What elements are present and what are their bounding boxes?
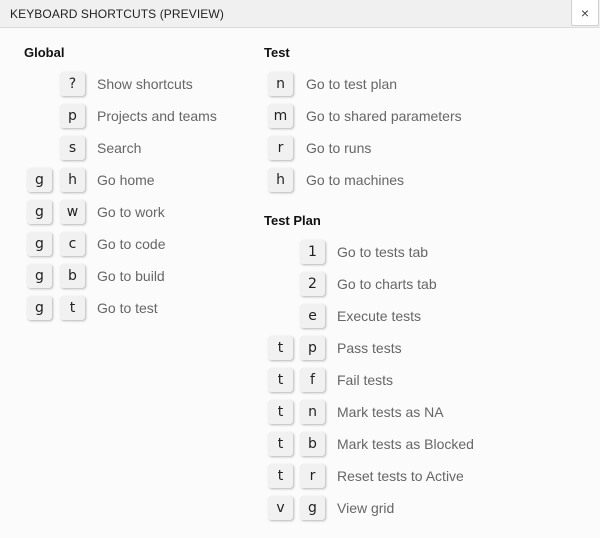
- key-cap: n: [300, 400, 325, 424]
- shortcut-row: e Execute tests: [0, 304, 600, 330]
- key-cap: t: [268, 464, 293, 488]
- shortcut-description: Go to tests tab: [337, 244, 429, 260]
- key-cap: t: [268, 368, 293, 392]
- key-cap: 1: [300, 240, 325, 264]
- key-cap: w: [60, 200, 85, 224]
- key-cap: e: [300, 304, 325, 328]
- shortcut-description: Go to machines: [306, 172, 405, 188]
- key-cap: v: [268, 496, 293, 520]
- key-cap: t: [268, 336, 293, 360]
- dialog-title: KEYBOARD SHORTCUTS (PREVIEW): [10, 7, 224, 21]
- shortcut-row: t f Fail tests: [0, 368, 600, 394]
- dialog-titlebar: KEYBOARD SHORTCUTS (PREVIEW) ×: [0, 0, 600, 28]
- key-cap: m: [268, 104, 293, 128]
- key-cap: t: [268, 432, 293, 456]
- shortcut-description: Go to work: [97, 204, 165, 220]
- section-title-test: Test: [264, 45, 290, 60]
- section-title-global: Global: [24, 45, 65, 60]
- close-button[interactable]: ×: [571, 0, 599, 26]
- shortcut-description: Reset tests to Active: [337, 468, 464, 484]
- shortcut-description: Pass tests: [337, 340, 402, 356]
- key-cap: h: [268, 168, 293, 192]
- shortcut-row: h Go to machines: [0, 168, 600, 194]
- shortcut-row: m Go to shared parameters: [0, 104, 600, 130]
- key-cap: n: [268, 72, 293, 96]
- shortcut-description: Execute tests: [337, 308, 422, 324]
- shortcut-description: Go to shared parameters: [306, 108, 462, 124]
- shortcut-row: t p Pass tests: [0, 336, 600, 362]
- key-cap: p: [300, 336, 325, 360]
- shortcut-row: 1 Go to tests tab: [0, 240, 600, 266]
- key-cap: r: [268, 136, 293, 160]
- shortcut-row: 2 Go to charts tab: [0, 272, 600, 298]
- shortcut-description: View grid: [337, 500, 395, 516]
- key-cap: g: [300, 496, 325, 520]
- shortcut-description: Go to test plan: [306, 76, 398, 92]
- shortcut-description: Fail tests: [337, 372, 394, 388]
- shortcut-description: Go to charts tab: [337, 276, 437, 292]
- close-icon: ×: [580, 4, 590, 21]
- shortcut-row: t r Reset tests to Active: [0, 464, 600, 490]
- section-title-test-plan: Test Plan: [264, 213, 321, 228]
- key-cap: b: [300, 432, 325, 456]
- key-cap: g: [27, 200, 52, 224]
- key-cap: f: [300, 368, 325, 392]
- shortcut-row: v g View grid: [0, 496, 600, 522]
- key-cap: t: [268, 400, 293, 424]
- key-cap: 2: [300, 272, 325, 296]
- shortcut-row: t b Mark tests as Blocked: [0, 432, 600, 458]
- shortcut-description: Mark tests as NA: [337, 404, 444, 420]
- shortcut-row: n Go to test plan: [0, 72, 600, 98]
- shortcut-description: Go to runs: [306, 140, 372, 156]
- key-cap: r: [300, 464, 325, 488]
- shortcut-row: r Go to runs: [0, 136, 600, 162]
- shortcut-row: t n Mark tests as NA: [0, 400, 600, 426]
- shortcut-description: Mark tests as Blocked: [337, 436, 474, 452]
